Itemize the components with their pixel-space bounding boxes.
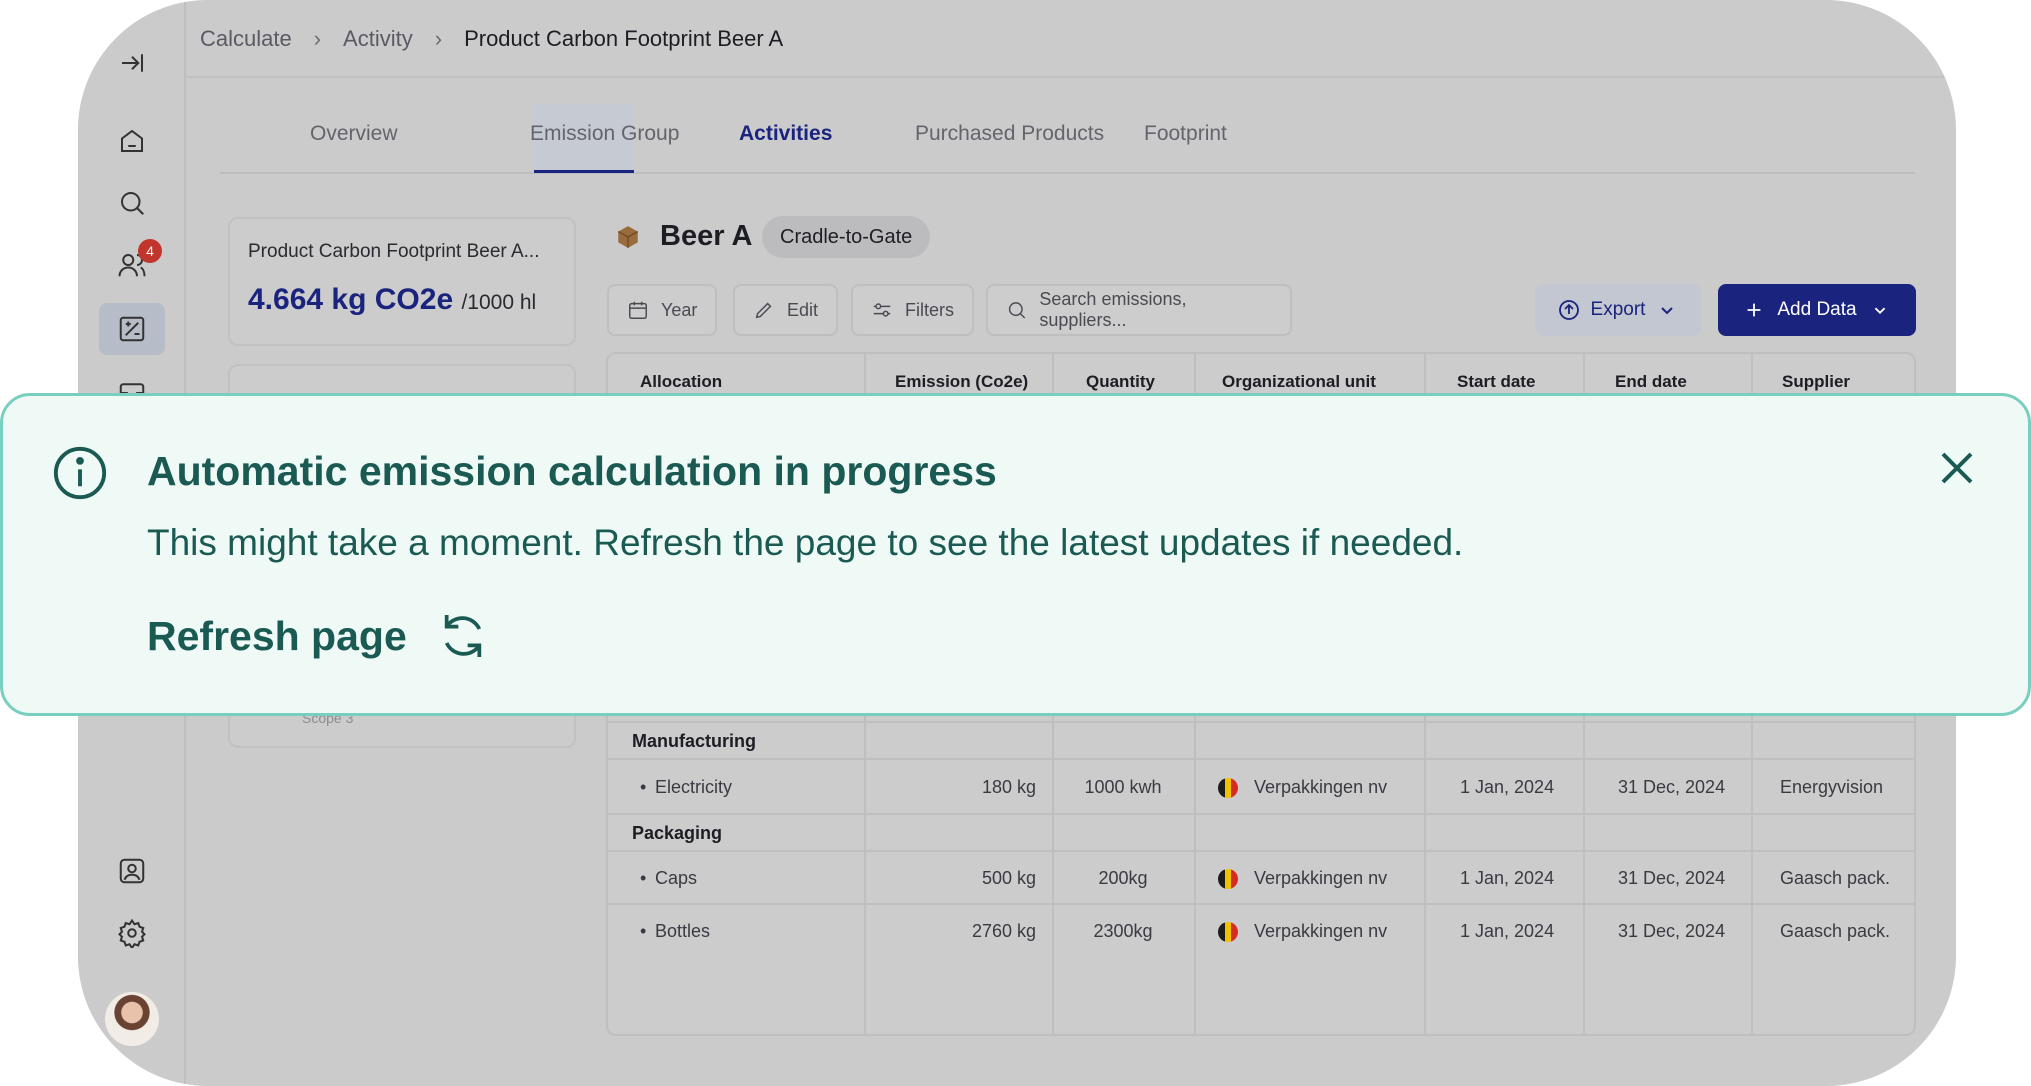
breadcrumb-current: Product Carbon Footprint Beer A <box>464 26 784 51</box>
close-icon[interactable] <box>1933 444 1981 492</box>
year-button-label: Year <box>661 299 698 320</box>
cell-allocation: Bottles <box>655 920 711 941</box>
add-data-button[interactable]: Add Data <box>1718 284 1916 336</box>
cell-org-unit: Verpakkingen nv <box>1254 776 1388 797</box>
table-group-row: Manufacturing <box>608 721 1914 758</box>
chevron-down-icon <box>1661 307 1674 315</box>
year-button[interactable]: Year <box>607 284 718 336</box>
upload-circle-icon <box>1558 300 1579 320</box>
refresh-icon <box>444 615 481 657</box>
footprint-value: 4.664 kg CO2e <box>248 283 454 316</box>
add-data-button-label: Add Data <box>1777 299 1857 320</box>
notification-badge: 4 <box>138 239 162 263</box>
header-divider <box>186 76 1956 78</box>
box-icon <box>617 226 639 248</box>
tab-activities[interactable]: Activities <box>739 122 832 146</box>
breadcrumb: Calculate › Activity › Product Carbon Fo… <box>200 26 783 52</box>
cell-quantity: 1000 kwh <box>1084 776 1162 797</box>
export-button[interactable]: Export <box>1535 284 1701 336</box>
chevron-right-icon: › <box>434 26 443 51</box>
group-label: Manufacturing <box>632 730 756 751</box>
belgium-flag-icon <box>1218 777 1238 798</box>
settings-icon[interactable] <box>111 912 153 954</box>
table-group-row: Packaging <box>608 813 1914 850</box>
banner-message: This might take a moment. Refresh the pa… <box>147 522 1464 563</box>
filters-button[interactable]: Filters <box>851 284 974 336</box>
tab-footprint[interactable]: Footprint <box>1144 122 1227 146</box>
cell-emission: 2760 kg <box>971 920 1036 941</box>
tab-emission-group[interactable]: Emission Group <box>530 122 679 146</box>
cell-supplier: Energyvision <box>1780 776 1884 797</box>
active-tab-indicator <box>534 170 634 173</box>
header-allocation[interactable]: Allocation <box>640 372 722 392</box>
cell-emission: 180 kg <box>981 776 1036 797</box>
search-input[interactable]: Search emissions, suppliers... <box>986 284 1292 336</box>
summary-card-value: 4.664 kg CO2e /1000 hl <box>248 283 536 317</box>
info-icon <box>53 446 107 500</box>
cell-allocation: Electricity <box>655 776 733 797</box>
home-icon[interactable] <box>111 120 153 162</box>
refresh-page-label: Refresh page <box>147 612 407 659</box>
cell-emission: 500 kg <box>981 867 1036 888</box>
bullet: • <box>640 867 647 888</box>
cell-start-date: 1 Jan, 2024 <box>1460 776 1555 797</box>
tab-purchased-products[interactable]: Purchased Products <box>915 122 1104 146</box>
cell-end-date: 31 Dec, 2024 <box>1618 920 1726 941</box>
tab-bar: Overview Emission Group Activities Purch… <box>220 104 1915 174</box>
cell-org-unit: Verpakkingen nv <box>1254 920 1388 941</box>
calendar-icon <box>629 301 647 319</box>
banner-title: Automatic emission calculation in progre… <box>147 448 997 494</box>
header-emission[interactable]: Emission (Co2e) <box>895 372 1028 392</box>
cell-quantity: 2300kg <box>1093 920 1153 941</box>
summary-card-title: Product Carbon Footprint Beer A... <box>248 241 540 262</box>
plus-icon <box>1747 303 1761 317</box>
cell-start-date: 1 Jan, 2024 <box>1460 920 1555 941</box>
summary-card[interactable]: Product Carbon Footprint Beer A... 4.664… <box>228 217 576 346</box>
notification-banner: Automatic emission calculation in progre… <box>0 393 2031 716</box>
belgium-flag-icon <box>1218 868 1238 889</box>
bullet: • <box>640 920 647 941</box>
group-label: Packaging <box>632 822 723 843</box>
sliders-icon <box>873 303 891 317</box>
footprint-unit: /1000 hl <box>461 291 537 314</box>
header-start-date[interactable]: Start date <box>1457 372 1535 392</box>
cell-quantity: 200kg <box>1098 867 1148 888</box>
product-title: Beer A <box>660 220 753 252</box>
chevron-down-icon <box>1874 307 1885 315</box>
cell-allocation: Caps <box>655 867 698 888</box>
collapse-icon[interactable] <box>111 42 153 84</box>
cell-supplier: Gaasch pack. <box>1780 920 1891 941</box>
table-row[interactable]: • Bottles 2760 kg 2300kg Verpakkingen nv 1 Ja… <box>608 903 1914 956</box>
cell-org-unit: Verpakkingen nv <box>1254 867 1388 888</box>
lifecycle-badge: Cradle-to-Gate <box>762 216 931 258</box>
edit-button-label: Edit <box>787 299 819 320</box>
table-row[interactable]: • Electricity 180 kg 1000 kwh Verpakkingen n… <box>608 758 1914 813</box>
header-supplier[interactable]: Supplier <box>1782 372 1850 392</box>
refresh-page-button[interactable]: Refresh page <box>147 608 491 664</box>
cell-supplier: Gaasch pack. <box>1780 867 1891 888</box>
cell-start-date: 1 Jan, 2024 <box>1460 867 1555 888</box>
export-button-label: Export <box>1590 299 1646 320</box>
avatar[interactable] <box>105 992 159 1046</box>
header-quantity[interactable]: Quantity <box>1086 372 1155 392</box>
cell-end-date: 31 Dec, 2024 <box>1618 776 1726 797</box>
table-row[interactable]: • Caps 500 kg 200kg Verpakkingen nv 1 Jan, 20… <box>608 850 1914 903</box>
bullet: • <box>640 776 647 797</box>
calculator-icon[interactable] <box>111 308 153 350</box>
breadcrumb-calculate[interactable]: Calculate <box>200 26 292 52</box>
filters-button-label: Filters <box>905 299 954 320</box>
cell-end-date: 31 Dec, 2024 <box>1618 867 1726 888</box>
pencil-icon <box>755 302 772 319</box>
search-icon[interactable] <box>111 182 153 224</box>
belgium-flag-icon <box>1218 921 1238 942</box>
header-end-date[interactable]: End date <box>1615 372 1687 392</box>
chevron-right-icon: › <box>313 26 322 51</box>
search-placeholder: Search emissions, suppliers... <box>1039 289 1187 330</box>
header-org-unit[interactable]: Organizational unit <box>1222 372 1376 392</box>
tab-overview[interactable]: Overview <box>310 122 398 146</box>
edit-button[interactable]: Edit <box>733 284 839 336</box>
search-icon <box>1008 302 1026 319</box>
breadcrumb-activity[interactable]: Activity <box>343 26 413 52</box>
profile-icon[interactable] <box>111 850 153 892</box>
